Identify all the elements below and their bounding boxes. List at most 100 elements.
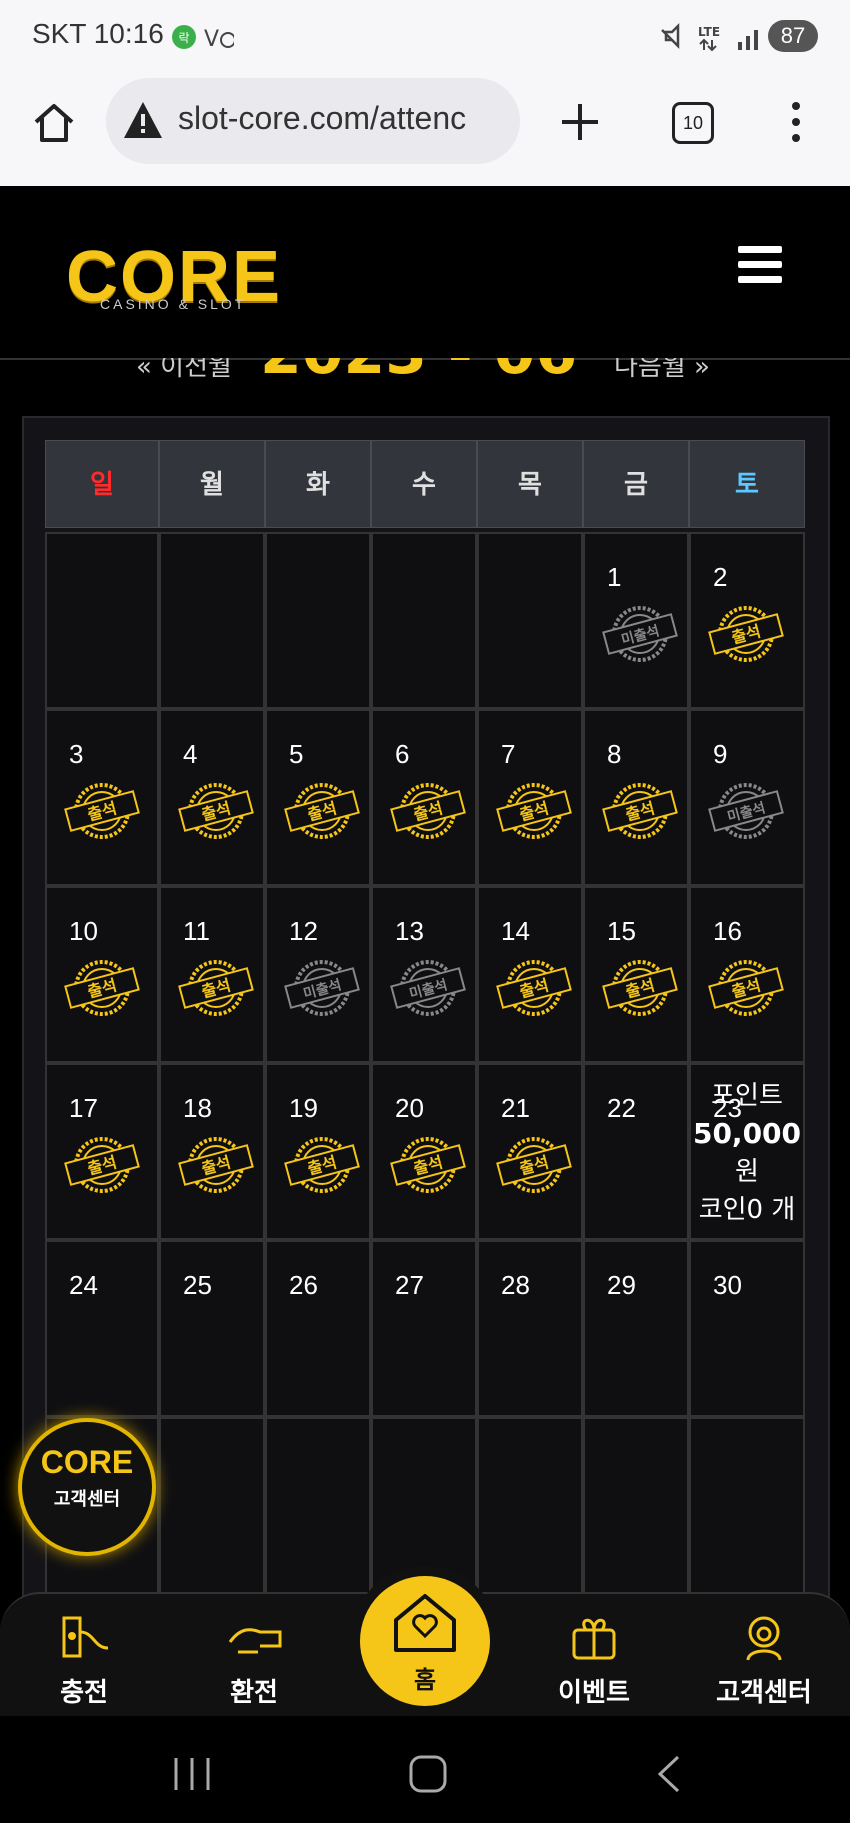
next-month-link[interactable]: 다음월 » xyxy=(614,358,710,378)
back-icon[interactable] xyxy=(654,1754,684,1794)
weekday-header: 수 xyxy=(371,440,477,528)
calendar-day-cell: 21 출석 xyxy=(477,1063,583,1240)
nav-home[interactable]: 홈 xyxy=(360,1576,490,1706)
day-number: 20 xyxy=(395,1093,424,1123)
weekday-header: 일 xyxy=(45,440,159,528)
day-number: 7 xyxy=(501,739,516,769)
floating-support-button[interactable]: CORE 고객센터 xyxy=(18,1418,156,1556)
calendar-day-cell xyxy=(159,1417,265,1594)
attended-stamp-icon: 출석 xyxy=(177,781,255,841)
attended-stamp-icon: 출석 xyxy=(63,1135,141,1195)
floating-logo: CORE xyxy=(40,1444,134,1480)
attended-stamp-icon: 출석 xyxy=(283,1135,361,1195)
calendar-day-cell: 8 출석 xyxy=(583,709,689,886)
calendar-day-cell: 15 출석 xyxy=(583,886,689,1063)
nav-event-label: 이벤트 xyxy=(558,1678,630,1708)
calendar-day-cell xyxy=(583,1417,689,1594)
calendar-day-cell: 25 xyxy=(159,1240,265,1417)
day-number: 10 xyxy=(69,916,98,946)
home-button-icon[interactable] xyxy=(408,1754,448,1794)
missed-stamp-icon: 미출석 xyxy=(389,958,467,1018)
attended-stamp-icon: 출석 xyxy=(63,958,141,1018)
calendar-day-cell xyxy=(371,1417,477,1594)
day-number: 11 xyxy=(183,916,210,946)
day-number: 9 xyxy=(713,739,728,769)
day-number: 13 xyxy=(395,916,424,946)
calendar-day-cell: 14 출석 xyxy=(477,886,583,1063)
calendar-day-cell xyxy=(477,1417,583,1594)
calendar-day-cell: 10 출석 xyxy=(45,886,159,1063)
day-number: 4 xyxy=(183,739,198,769)
day-number: 6 xyxy=(395,739,410,769)
calendar-day-cell: 3 출석 xyxy=(45,709,159,886)
calendar-day-cell xyxy=(371,532,477,709)
day-number: 1 xyxy=(607,562,622,592)
calendar-day-cell: 1 미출석 xyxy=(583,532,689,709)
tab-switcher-button[interactable]: 10 xyxy=(672,102,714,144)
calendar-day-cell: 2 출석 xyxy=(689,532,805,709)
attended-stamp-icon: 출석 xyxy=(177,958,255,1018)
calendar-day-cell: 12 미출석 xyxy=(265,886,371,1063)
headset-icon xyxy=(746,1616,782,1661)
recent-apps-icon[interactable] xyxy=(172,1756,212,1792)
missed-stamp-icon: 미출석 xyxy=(601,604,679,664)
weekday-header: 토 xyxy=(689,440,805,528)
weekday-header: 목 xyxy=(477,440,583,528)
nav-exchange-label: 환전 xyxy=(230,1678,278,1708)
month-navigation: « 이전월 2023 - 06 다음월 » xyxy=(0,358,850,378)
weekday-header: 월 xyxy=(159,440,265,528)
system-navigation-bar xyxy=(0,1716,850,1823)
calendar-day-cell: 23 포인트 50,000 원 코인0 개 xyxy=(689,1063,805,1240)
status-bar: SKT 10:16 락 V LTE 87 xyxy=(0,0,850,74)
month-title: 2023 - 06 xyxy=(260,358,577,378)
day-number: 14 xyxy=(501,916,530,946)
new-tab-icon[interactable] xyxy=(558,100,602,144)
calendar-day-cell: 6 출석 xyxy=(371,709,477,886)
hamburger-menu-icon[interactable] xyxy=(738,246,782,290)
calendar-day-cell: 4 출석 xyxy=(159,709,265,886)
day-number: 18 xyxy=(183,1093,212,1123)
calendar-day-cell xyxy=(159,532,265,709)
status-time: SKT 10:16 xyxy=(32,18,164,49)
prev-month-link[interactable]: « 이전월 xyxy=(136,358,232,378)
day-number: 12 xyxy=(289,916,318,946)
calendar-day-cell: 24 xyxy=(45,1240,159,1417)
attended-stamp-icon: 출석 xyxy=(389,1135,467,1195)
url-text: slot-core.com/attenc xyxy=(178,100,467,136)
attended-stamp-icon: 출석 xyxy=(495,781,573,841)
calendar-day-cell xyxy=(45,532,159,709)
calendar-day-cell: 30 xyxy=(689,1240,805,1417)
calendar-day-cell xyxy=(265,532,371,709)
home-icon[interactable] xyxy=(32,100,76,144)
exchange-icon xyxy=(228,1628,282,1654)
charge-icon xyxy=(62,1616,109,1658)
nav-event[interactable]: 이벤트 xyxy=(534,1612,654,1709)
attended-stamp-icon: 출석 xyxy=(283,781,361,841)
coin-count: 코인0 개 xyxy=(698,1195,796,1225)
svg-text:LTE: LTE xyxy=(698,25,720,39)
day-number: 15 xyxy=(607,916,636,946)
more-menu-icon[interactable] xyxy=(784,100,808,144)
home-heart-icon xyxy=(394,1594,456,1652)
calendar-day-cell xyxy=(265,1417,371,1594)
attended-stamp-icon: 출석 xyxy=(601,781,679,841)
battery-indicator: 87 xyxy=(768,20,818,52)
nav-support[interactable]: 고객센터 xyxy=(704,1612,824,1709)
day-number: 17 xyxy=(69,1093,98,1123)
url-bar[interactable]: slot-core.com/attenc xyxy=(106,78,520,164)
calendar-day-cell: 9 미출석 xyxy=(689,709,805,886)
nav-charge[interactable]: 충전 xyxy=(24,1612,144,1709)
calendar-day-cell: 22 xyxy=(583,1063,689,1240)
attended-stamp-icon: 출석 xyxy=(389,781,467,841)
missed-stamp-icon: 미출석 xyxy=(707,781,785,841)
calendar-day-cell xyxy=(689,1417,805,1594)
attended-stamp-icon: 출석 xyxy=(177,1135,255,1195)
calendar-day-cell: 18 출석 xyxy=(159,1063,265,1240)
nav-exchange[interactable]: 환전 xyxy=(194,1612,314,1709)
day-number: 22 xyxy=(607,1093,636,1123)
calendar-day-cell xyxy=(477,532,583,709)
nav-support-label: 고객센터 xyxy=(716,1678,812,1708)
gift-icon xyxy=(572,1618,616,1660)
day-number: 3 xyxy=(69,739,84,769)
browser-toolbar: slot-core.com/attenc 10 xyxy=(0,74,850,187)
